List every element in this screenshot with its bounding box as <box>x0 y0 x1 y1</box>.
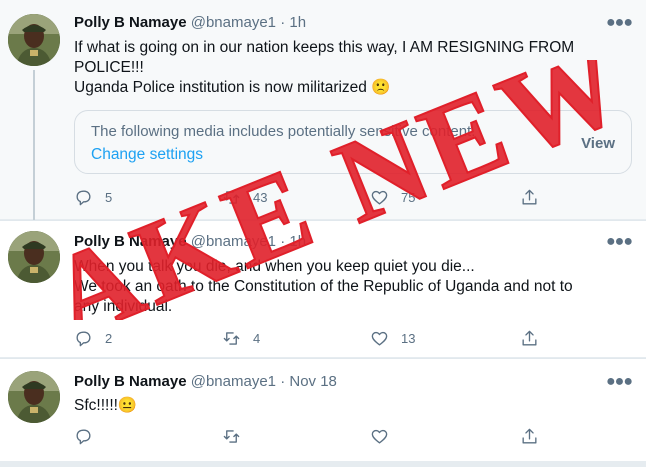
reply-button[interactable]: 2 <box>74 329 112 348</box>
tweet-actions <box>74 427 554 449</box>
tweet-text: If what is going on in our nation keeps … <box>74 38 636 98</box>
warning-text: The following media includes potentially… <box>91 123 476 140</box>
avatar[interactable] <box>8 231 60 283</box>
tweet-2[interactable]: Polly B Namaye @bnamaye1 · 1h ●●● When y… <box>0 220 646 357</box>
reply-icon <box>76 429 91 445</box>
retweet-button[interactable]: 43 <box>222 188 267 207</box>
retweet-icon <box>223 332 240 345</box>
separator-dot: · <box>280 14 286 31</box>
like-button[interactable] <box>370 427 401 446</box>
retweet-button[interactable] <box>222 427 253 446</box>
share-icon <box>522 330 537 346</box>
retweet-count: 43 <box>253 190 268 205</box>
separator-dot: · <box>280 233 286 250</box>
display-name[interactable]: Polly B Namaye <box>74 14 187 31</box>
reply-button[interactable]: 5 <box>74 188 112 207</box>
tweet-text-line: any individual. <box>74 298 173 315</box>
retweet-button[interactable]: 4 <box>222 329 260 348</box>
tweet-actions: 2 4 13 <box>74 329 554 351</box>
view-button[interactable]: View <box>581 135 615 152</box>
like-icon <box>371 331 388 346</box>
retweet-icon <box>223 430 240 443</box>
tweet-header: Polly B Namaye @bnamaye1 · 1h <box>74 14 306 31</box>
like-icon <box>371 190 388 205</box>
like-icon <box>371 429 388 444</box>
user-handle[interactable]: @bnamaye1 <box>191 233 276 250</box>
avatar[interactable] <box>8 14 60 66</box>
user-handle[interactable]: @bnamaye1 <box>191 14 276 31</box>
tweet-text: Sfc!!!!!😐 <box>74 396 636 416</box>
tweet-text-line: Sfc!!!!!😐 <box>74 397 138 414</box>
change-settings-link[interactable]: Change settings <box>91 146 203 164</box>
retweet-count: 4 <box>253 331 261 346</box>
separator-dot: · <box>280 373 286 390</box>
more-icon[interactable]: ●●● <box>606 233 633 251</box>
tweet-text: When you talk you die, and when you keep… <box>74 257 636 317</box>
tweet-text-line: If what is going on in our nation keeps … <box>74 39 575 56</box>
like-button[interactable]: 13 <box>370 329 415 348</box>
like-button[interactable]: 75 <box>370 188 415 207</box>
tweet-actions: 5 43 75 <box>74 188 554 210</box>
share-button[interactable] <box>520 329 539 348</box>
share-icon <box>522 428 537 444</box>
reply-button[interactable] <box>74 427 105 446</box>
sensitive-media-warning: The following media includes potentially… <box>74 110 632 174</box>
user-handle[interactable]: @bnamaye1 <box>191 373 276 390</box>
thread-line <box>33 70 35 220</box>
avatar[interactable] <box>8 371 60 423</box>
display-name[interactable]: Polly B Namaye <box>74 233 187 250</box>
tweet-header: Polly B Namaye @bnamaye1 · 1h <box>74 233 306 250</box>
reply-count: 5 <box>105 190 113 205</box>
tweet-text-line: Uganda Police institution is now militar… <box>74 79 391 96</box>
reply-icon <box>76 190 91 206</box>
tweet-text-line: We took an oath to the Constitution of t… <box>74 278 573 295</box>
tweet-text-line: POLICE!!! <box>74 59 144 76</box>
more-icon[interactable]: ●●● <box>606 373 633 391</box>
reply-count: 2 <box>105 331 113 346</box>
tweet-time[interactable]: Nov 18 <box>289 373 337 390</box>
retweet-icon <box>223 191 240 204</box>
tweet-1[interactable]: Polly B Namaye @bnamaye1 · 1h ●●● If wha… <box>0 0 646 220</box>
share-button[interactable] <box>520 188 539 207</box>
like-count: 13 <box>401 331 416 346</box>
share-button[interactable] <box>520 427 539 446</box>
display-name[interactable]: Polly B Namaye <box>74 373 187 390</box>
like-count: 75 <box>401 190 416 205</box>
tweet-time[interactable]: 1h <box>289 233 306 250</box>
more-icon[interactable]: ●●● <box>606 14 633 32</box>
tweet-time[interactable]: 1h <box>289 14 306 31</box>
share-icon <box>522 189 537 205</box>
tweet-text-line: When you talk you die, and when you keep… <box>74 258 475 275</box>
tweet-3[interactable]: Polly B Namaye @bnamaye1 · Nov 18 ●●● Sf… <box>0 358 646 461</box>
reply-icon <box>76 331 91 347</box>
tweet-header: Polly B Namaye @bnamaye1 · Nov 18 <box>74 373 337 390</box>
